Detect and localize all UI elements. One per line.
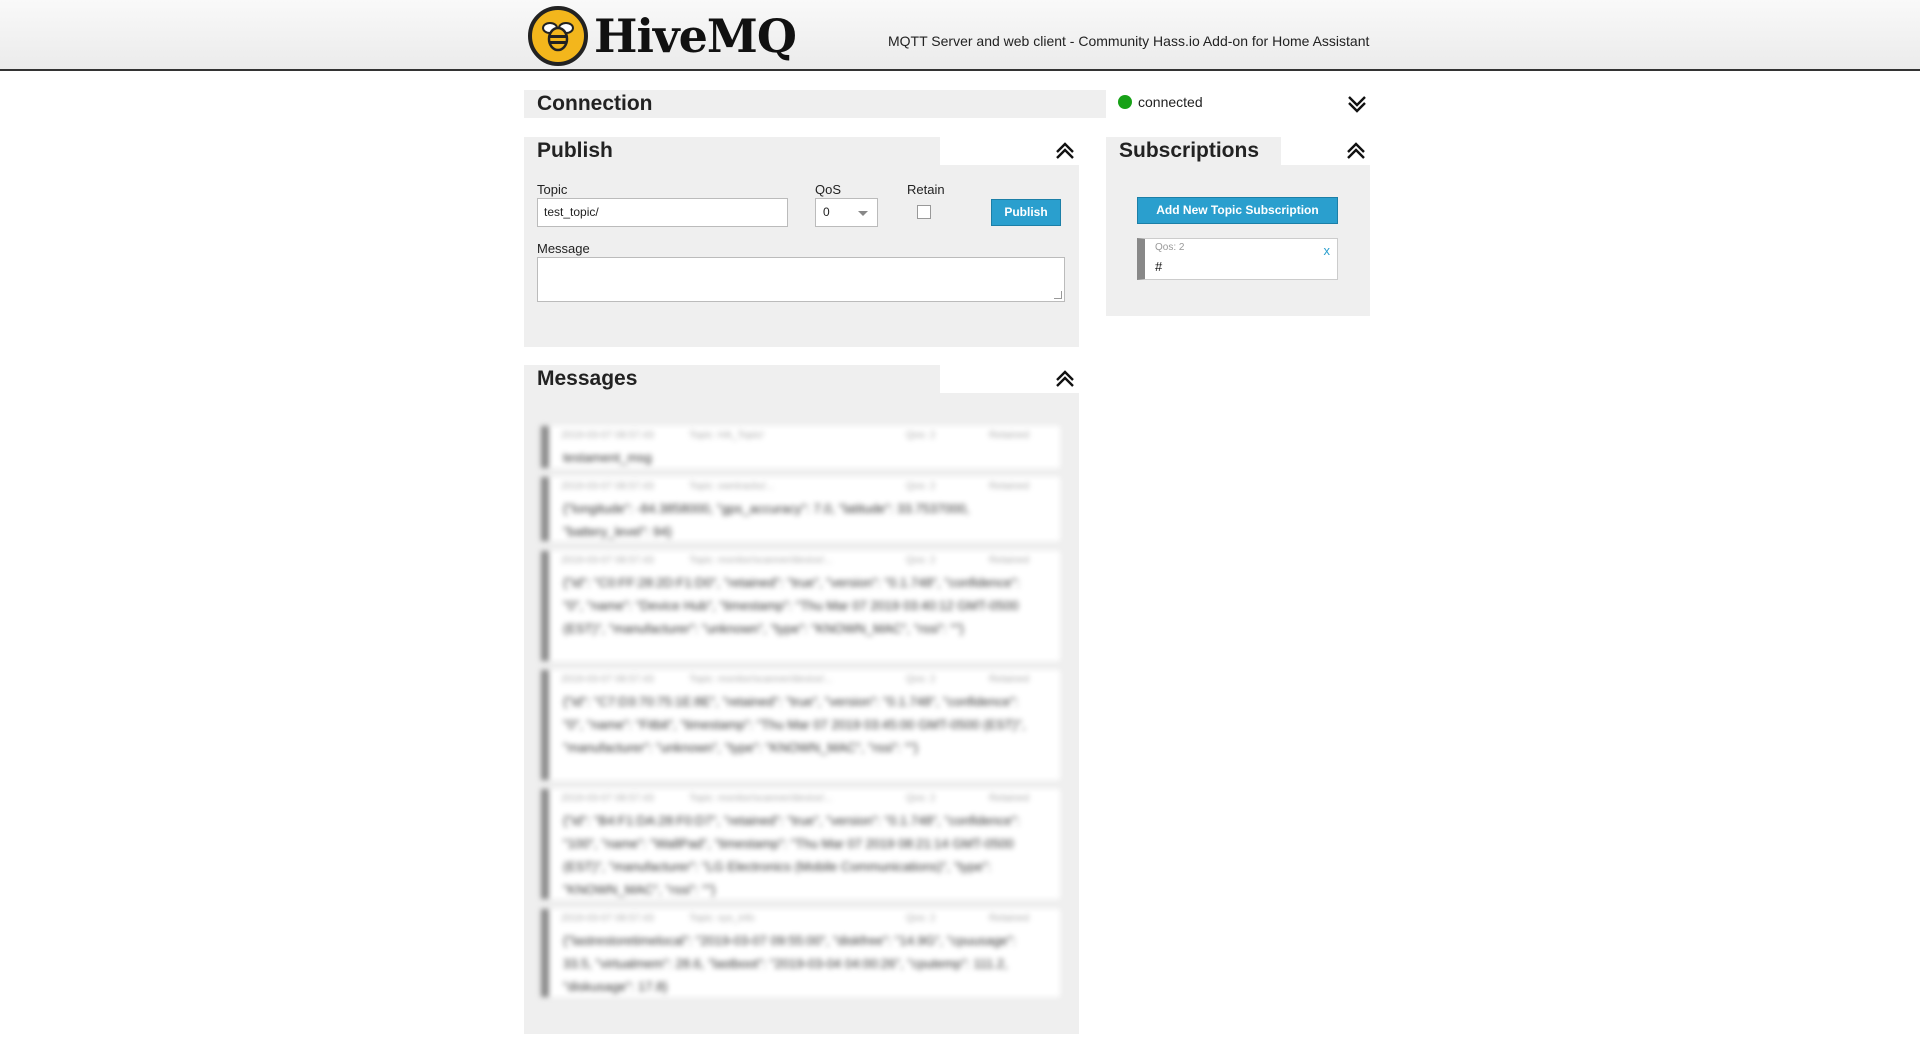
message-topic: Topic: monitor/scanner/device/...: [689, 555, 833, 566]
publish-title[interactable]: Publish: [524, 137, 940, 165]
message-retained: Retained: [989, 674, 1030, 685]
message-item: 2019-03-07 08:57:43 Topic: sys_info Qos:…: [541, 909, 1060, 997]
subscription-qos: Qos: 2: [1155, 242, 1185, 253]
qos-label: QoS: [815, 182, 842, 197]
logo: HiveMQ: [528, 6, 797, 66]
message-retained: Retained: [989, 913, 1030, 924]
qos-select-value: 0: [823, 205, 830, 219]
message-item: 2019-03-07 08:57:43 Topic: monitor/scann…: [541, 551, 1060, 661]
subscriptions-title[interactable]: Subscriptions: [1106, 137, 1281, 165]
header-subtitle: MQTT Server and web client - Community H…: [888, 33, 1370, 49]
message-topic: Topic: owntracks/...: [689, 481, 775, 492]
message-qos: Qos: 2: [906, 555, 936, 566]
message-qos: Qos: 2: [906, 793, 936, 804]
messages-title[interactable]: Messages: [524, 365, 940, 393]
message-qos: Qos: 2: [906, 481, 936, 492]
subscription-item[interactable]: Qos: 2 # x: [1137, 238, 1338, 280]
message-retained: Retained: [989, 481, 1030, 492]
unsubscribe-close-icon[interactable]: x: [1324, 243, 1331, 258]
message-qos: Qos: 2: [906, 674, 936, 685]
message-body: testament_msg: [563, 450, 652, 465]
subscription-topic: #: [1155, 259, 1163, 274]
message-topic: Topic: monitor/scanner/device/...: [689, 674, 833, 685]
bee-icon: [528, 6, 588, 66]
message-time: 2019-03-07 08:57:43: [561, 555, 654, 566]
message-topic: Topic: sys_info: [689, 913, 755, 924]
message-qos: Qos: 2: [906, 913, 936, 924]
resize-handle-icon[interactable]: [1054, 291, 1062, 299]
message-body: {"longitude": -84.3858000, "gps_accuracy…: [563, 501, 970, 539]
message-body: {"id": "C0:FF:28:2D:F1:D0", "retained": …: [563, 575, 1020, 636]
topic-input[interactable]: test_topic/: [537, 198, 788, 227]
logo-text: HiveMQ: [594, 9, 797, 63]
message-item: 2019-03-07 08:57:43 Topic: owntracks/...…: [541, 477, 1060, 541]
message-retained: Retained: [989, 555, 1030, 566]
connection-title[interactable]: Connection: [524, 90, 1106, 118]
message-retained: Retained: [989, 430, 1030, 441]
connection-status: connected: [1118, 94, 1203, 110]
qos-select[interactable]: 0: [815, 198, 878, 227]
status-text: connected: [1138, 94, 1203, 110]
message-item: 2019-03-07 08:57:43 Topic: HA_Topic/ Qos…: [541, 426, 1060, 468]
message-body: {"id": "C7:D3:70:75:1E:8E", "retained": …: [563, 694, 1026, 755]
message-body: {"lastrestoretimelocal": "2019-03-07 09:…: [563, 933, 1017, 994]
expand-connection-icon[interactable]: [1346, 93, 1368, 115]
publish-panel: [524, 165, 1079, 347]
retain-checkbox[interactable]: [917, 205, 931, 219]
message-label: Message: [537, 241, 590, 256]
message-qos: Qos: 2: [906, 430, 936, 441]
message-topic: Topic: HA_Topic/: [689, 430, 764, 441]
status-dot-icon: [1118, 95, 1132, 109]
message-body: {"id": "B4:F1:DA:28:F0:D7", "retained": …: [563, 813, 1020, 897]
message-time: 2019-03-07 08:57:43: [561, 430, 654, 441]
message-textarea[interactable]: [537, 257, 1065, 302]
message-time: 2019-03-07 08:57:43: [561, 793, 654, 804]
message-item: 2019-03-07 08:57:43 Topic: monitor/scann…: [541, 789, 1060, 899]
message-time: 2019-03-07 08:57:43: [561, 674, 654, 685]
message-time: 2019-03-07 08:57:43: [561, 481, 654, 492]
add-subscription-button[interactable]: Add New Topic Subscription: [1137, 197, 1338, 224]
message-retained: Retained: [989, 793, 1030, 804]
collapse-subscriptions-icon[interactable]: [1345, 140, 1367, 162]
app-header: HiveMQ MQTT Server and web client - Comm…: [0, 0, 1920, 71]
topic-label: Topic: [537, 182, 568, 197]
message-item: 2019-03-07 08:57:43 Topic: monitor/scann…: [541, 670, 1060, 780]
message-time: 2019-03-07 08:57:43: [561, 913, 654, 924]
publish-button[interactable]: Publish: [991, 199, 1061, 226]
collapse-publish-icon[interactable]: [1054, 140, 1076, 162]
chevron-down-icon: [858, 211, 868, 216]
collapse-messages-icon[interactable]: [1054, 368, 1076, 390]
retain-label: Retain: [907, 182, 945, 197]
message-topic: Topic: monitor/scanner/device/...: [689, 793, 833, 804]
